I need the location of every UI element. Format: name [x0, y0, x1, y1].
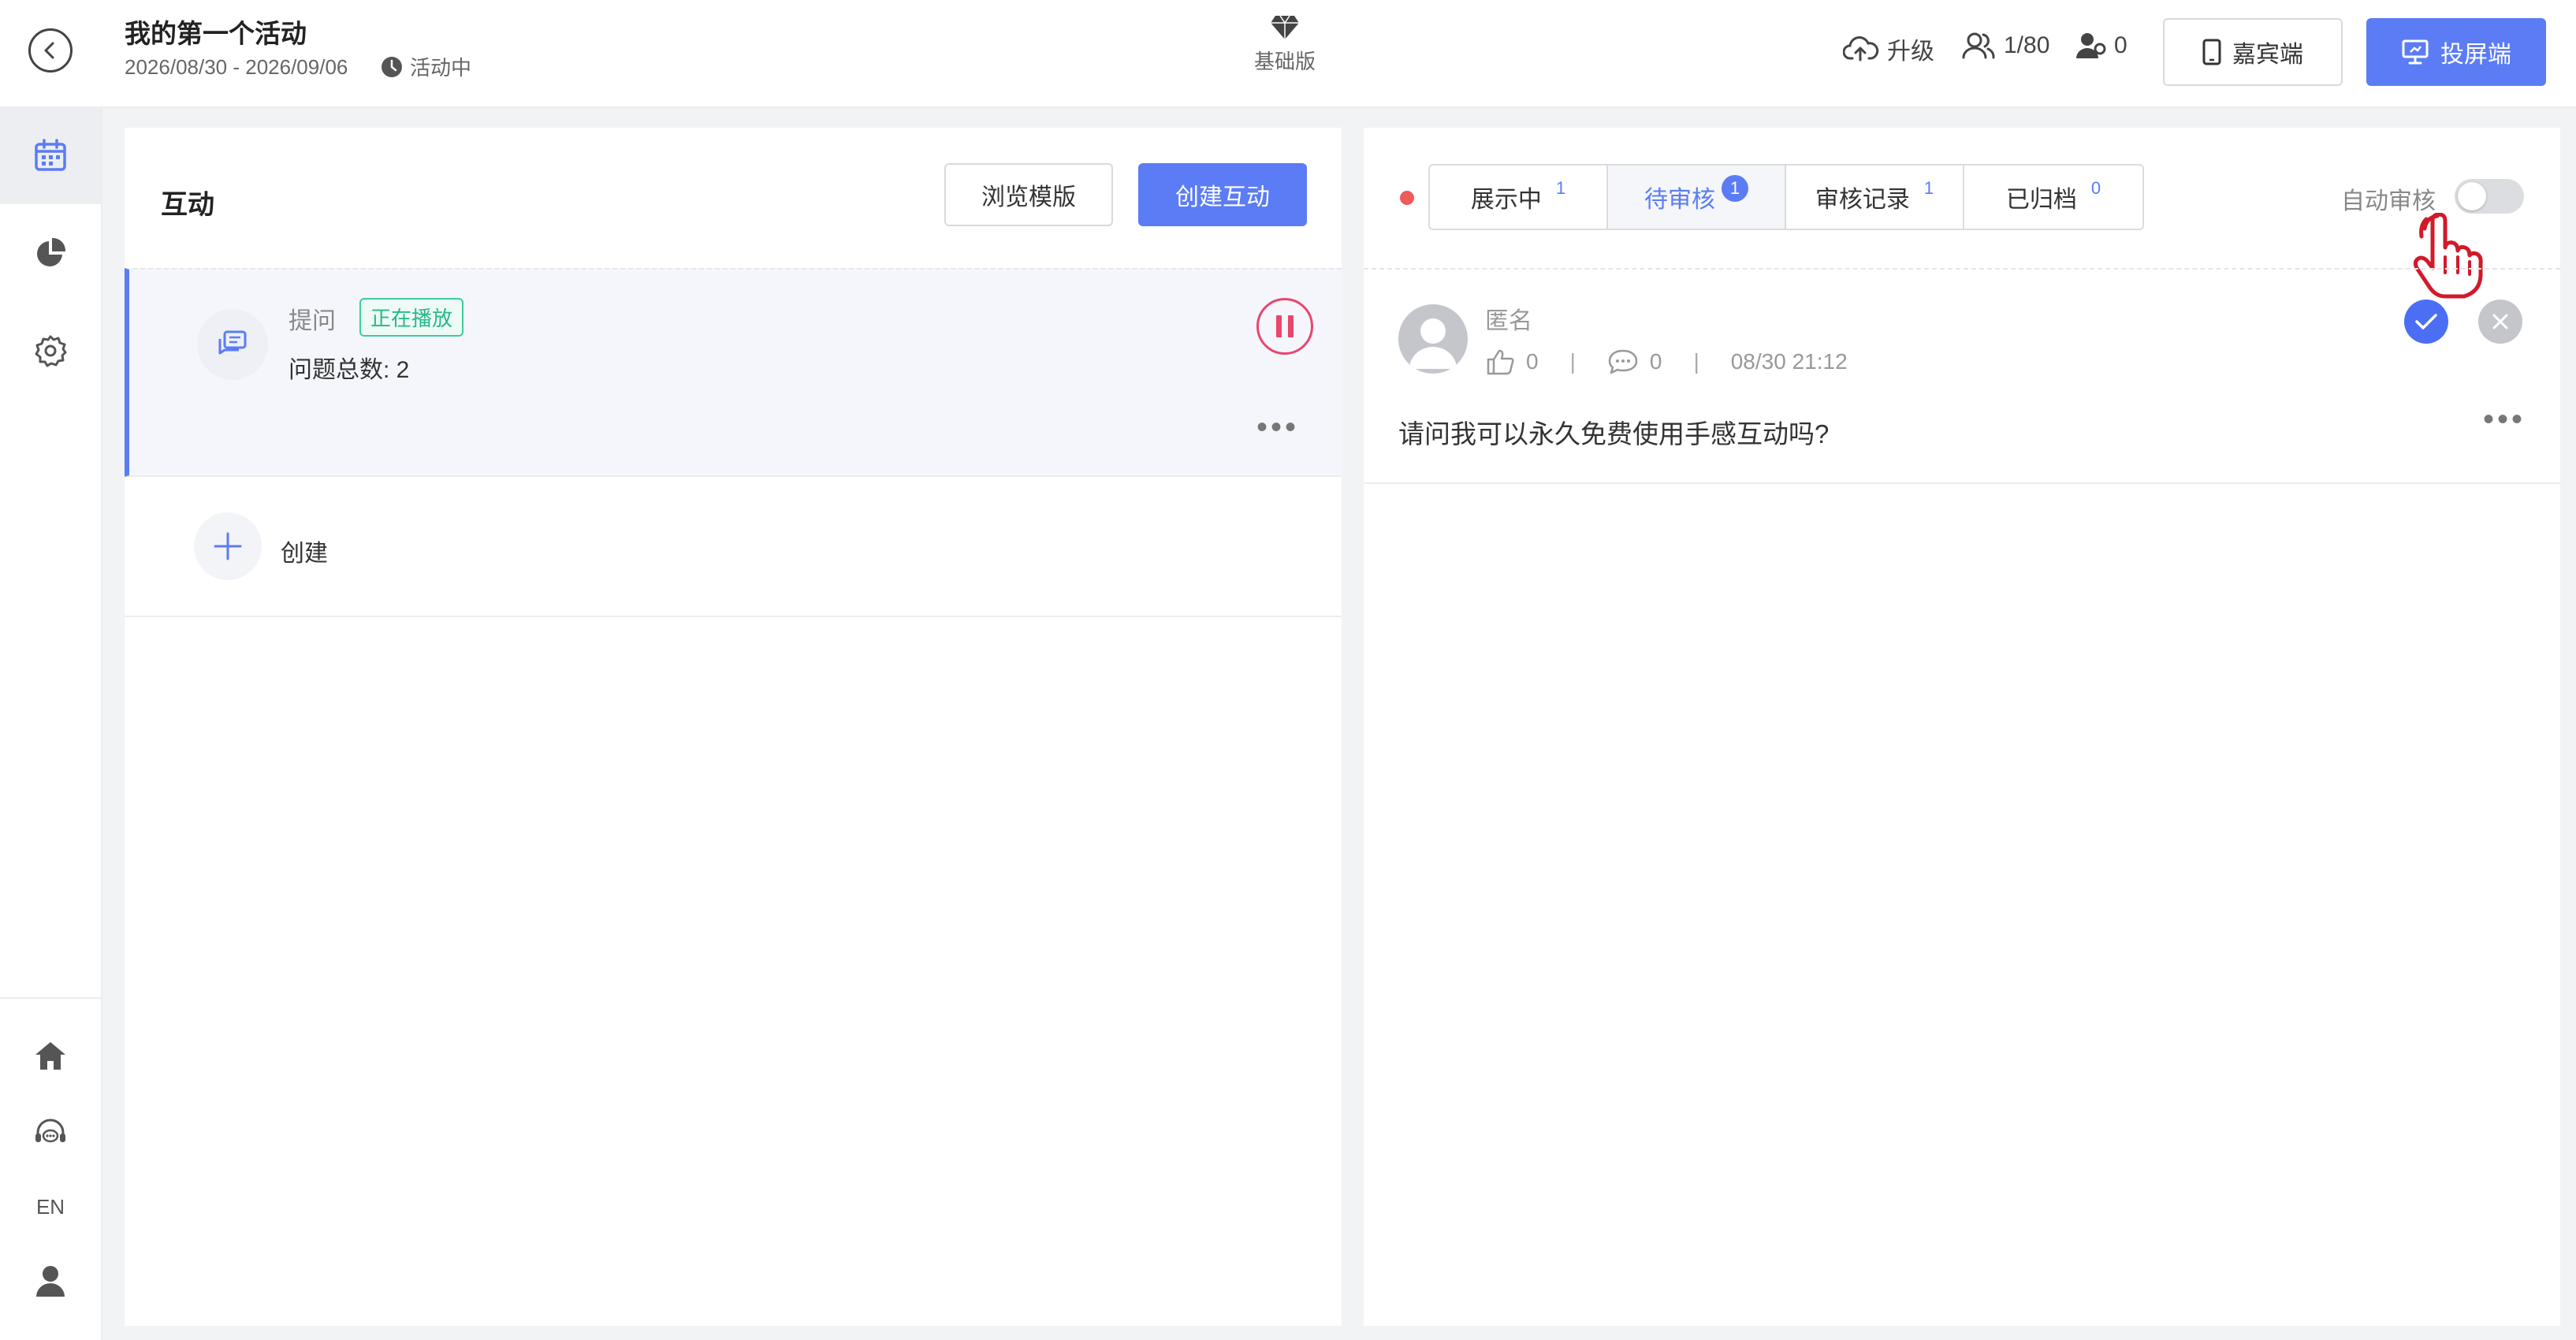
approve-button[interactable]	[2404, 300, 2448, 344]
avatar	[1398, 304, 1468, 374]
event-dates: 2026/08/30 - 2026/09/06	[125, 55, 348, 79]
event-title: 我的第一个活动	[125, 19, 307, 48]
user-online-icon	[2076, 33, 2106, 58]
tab-archived[interactable]: 已归档 0	[1964, 166, 2142, 229]
sidebar-item-settings[interactable]	[0, 302, 101, 400]
question-time: 08/30 21:12	[1730, 349, 1848, 374]
online-count: 0	[2114, 32, 2127, 58]
question-text: 请问我可以永久免费使用手感互动吗?	[1398, 419, 1830, 449]
pie-chart-icon	[37, 237, 66, 266]
language-label: EN	[35, 1194, 65, 1219]
tab-count: 1	[1555, 178, 1566, 198]
pause-icon-bar	[1288, 315, 1294, 337]
online-indicator[interactable]: 0	[2075, 32, 2127, 60]
create-interaction-button[interactable]: 创建互动	[1138, 163, 1307, 226]
participants-indicator[interactable]: 1/80	[1961, 32, 2049, 60]
tab-review-history[interactable]: 审核记录 1	[1786, 166, 1964, 229]
chevron-left-icon	[44, 42, 54, 59]
pending-count-badge: 1	[1722, 175, 1748, 202]
pause-button[interactable]	[1256, 298, 1313, 355]
auto-review-label: 自动审核	[2341, 188, 2436, 214]
comment-count: 0	[1649, 349, 1662, 374]
projection-button[interactable]: 投屏端	[2366, 18, 2546, 86]
tab-showing[interactable]: 展示中 1	[1430, 166, 1608, 229]
comment-icon[interactable]	[1607, 348, 1639, 375]
upgrade-label: 升级	[1887, 39, 1934, 65]
tab-count: 1	[1923, 178, 1934, 198]
toggle-knob	[2458, 182, 2486, 210]
like-count: 0	[1526, 349, 1539, 374]
thumbs-up-icon[interactable]	[1485, 348, 1515, 375]
sidebar-item-calendar[interactable]	[0, 106, 101, 204]
auto-review-toggle[interactable]	[2455, 179, 2524, 214]
home-icon	[35, 1042, 65, 1070]
tab-pending-review[interactable]: 待审核 1	[1608, 166, 1786, 229]
upgrade-button[interactable]: 升级	[1843, 32, 1934, 66]
close-icon	[2492, 314, 2508, 329]
meta-separator: |	[1569, 349, 1576, 374]
sidebar-item-statistics[interactable]	[0, 204, 101, 302]
add-interaction-label: 创建	[281, 541, 328, 567]
sidebar-item-profile[interactable]	[0, 1232, 101, 1330]
support-headset-icon	[35, 1119, 65, 1143]
cloud-upload-icon	[1843, 36, 1879, 61]
top-header: 我的第一个活动 2026/08/30 - 2026/09/06 活动中 基础版 …	[0, 0, 2576, 108]
more-options-icon[interactable]: •••	[2483, 404, 2526, 435]
users-icon	[1962, 32, 1995, 59]
tab-label: 待审核	[1644, 187, 1715, 213]
pause-icon	[1276, 315, 1282, 337]
more-options-icon[interactable]: •••	[1256, 411, 1299, 443]
question-total: 问题总数: 2	[288, 357, 410, 383]
reject-button[interactable]	[2478, 300, 2522, 344]
plan-badge[interactable]: 基础版	[1238, 14, 1332, 75]
phone-icon	[2202, 39, 2221, 65]
question-card[interactable]: 匿名 0 | 0 | 08/30 21:12 请问我可以永久免费使用手感互动吗?	[1364, 268, 2560, 484]
event-status: 活动中	[380, 52, 471, 81]
back-button[interactable]	[28, 28, 73, 73]
tab-label: 展示中	[1470, 187, 1542, 213]
tab-count: 0	[2090, 178, 2101, 198]
tab-label: 已归档	[2005, 187, 2077, 213]
guest-client-label: 嘉宾端	[2232, 42, 2303, 68]
panel-title: 互动	[161, 190, 214, 220]
projection-label: 投屏端	[2440, 42, 2511, 68]
review-tabs: 展示中 1 待审核 1 审核记录 1 已归档 0	[1428, 164, 2144, 230]
guest-client-button[interactable]: 嘉宾端	[2163, 18, 2343, 86]
check-icon	[2415, 314, 2437, 329]
interaction-item[interactable]: 提问 正在播放 问题总数: 2 •••	[125, 268, 1342, 477]
question-meta: 0 | 0 | 08/30 21:12	[1485, 348, 1848, 375]
clock-icon	[382, 56, 402, 77]
sidebar-divider	[0, 997, 101, 999]
plus-icon	[194, 512, 262, 580]
sidebar: EN	[0, 106, 102, 1340]
gear-icon	[35, 335, 67, 367]
default-avatar-icon	[1409, 318, 1457, 369]
qa-icon-wrapper	[197, 309, 268, 380]
question-chat-icon	[218, 330, 247, 355]
question-author: 匿名	[1485, 308, 1532, 334]
event-status-label: 活动中	[410, 56, 472, 80]
tab-label: 审核记录	[1815, 187, 1910, 213]
review-panel: 展示中 1 待审核 1 审核记录 1 已归档 0 自动审核 匿名 0 | 0 |…	[1364, 128, 2560, 1326]
calendar-icon	[35, 139, 66, 171]
plan-label: 基础版	[1253, 50, 1316, 73]
user-icon	[36, 1266, 65, 1297]
interaction-type: 提问	[288, 308, 336, 334]
participants-count: 1/80	[2004, 32, 2050, 58]
browse-templates-button[interactable]: 浏览模版	[944, 163, 1113, 226]
playing-badge: 正在播放	[359, 298, 464, 337]
interaction-panel: 互动 浏览模版 创建互动 提问 正在播放 问题总数: 2 ••• 创建	[125, 128, 1342, 1326]
projector-screen-icon	[2402, 39, 2429, 65]
add-interaction-row[interactable]: 创建	[125, 477, 1342, 617]
meta-separator: |	[1693, 349, 1699, 374]
live-indicator-dot	[1400, 191, 1414, 205]
diamond-icon	[1271, 15, 1299, 39]
